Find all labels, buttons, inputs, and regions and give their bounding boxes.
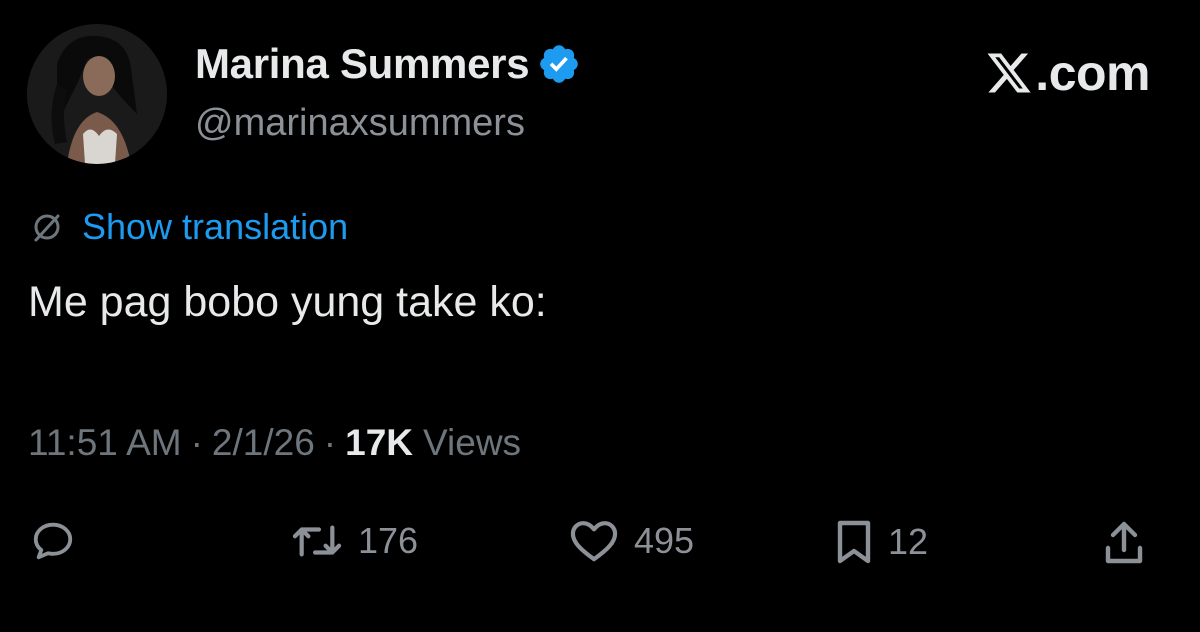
tweet-date[interactable]: 2/1/26 <box>212 422 315 464</box>
share-icon <box>1105 521 1143 564</box>
views-label[interactable]: Views <box>423 422 521 464</box>
brand-mark: .com <box>985 44 1150 102</box>
share-button[interactable] <box>1102 518 1146 568</box>
avatar[interactable] <box>27 24 167 164</box>
display-name[interactable]: Marina Summers <box>195 40 530 88</box>
meta-separator: · <box>323 422 337 463</box>
verified-badge-icon[interactable] <box>537 42 581 86</box>
show-translation-link[interactable]: Show translation <box>82 206 348 248</box>
retweet-button[interactable]: 176 <box>290 518 418 564</box>
author-name-row: Marina Summers <box>195 40 581 88</box>
show-translation-row[interactable]: Show translation <box>30 206 348 248</box>
views-count[interactable]: 17K <box>345 422 413 464</box>
like-count: 495 <box>634 520 695 561</box>
author-handle[interactable]: @marinaxsummers <box>195 102 525 145</box>
like-button[interactable]: 495 <box>568 518 694 564</box>
translate-globe-icon <box>34 214 60 242</box>
retweet-count: 176 <box>358 520 419 561</box>
bookmark-icon <box>837 520 871 564</box>
bookmark-button[interactable]: 12 <box>834 518 928 566</box>
profile-photo <box>27 24 167 164</box>
tweet-meta: 11:51 AM · 2/1/26 · 17K Views <box>28 422 521 464</box>
meta-separator: · <box>190 422 203 463</box>
heart-icon <box>570 521 618 562</box>
retweet-icon <box>292 525 342 557</box>
reply-button[interactable] <box>30 518 76 564</box>
x-logo-icon <box>987 53 1031 93</box>
reply-icon <box>33 522 73 560</box>
tweet-text: Me pag bobo yung take ko: <box>28 278 547 326</box>
brand-suffix: .com <box>1035 45 1150 101</box>
bookmark-count: 12 <box>888 521 929 562</box>
tweet-time[interactable]: 11:51 AM <box>28 422 182 464</box>
